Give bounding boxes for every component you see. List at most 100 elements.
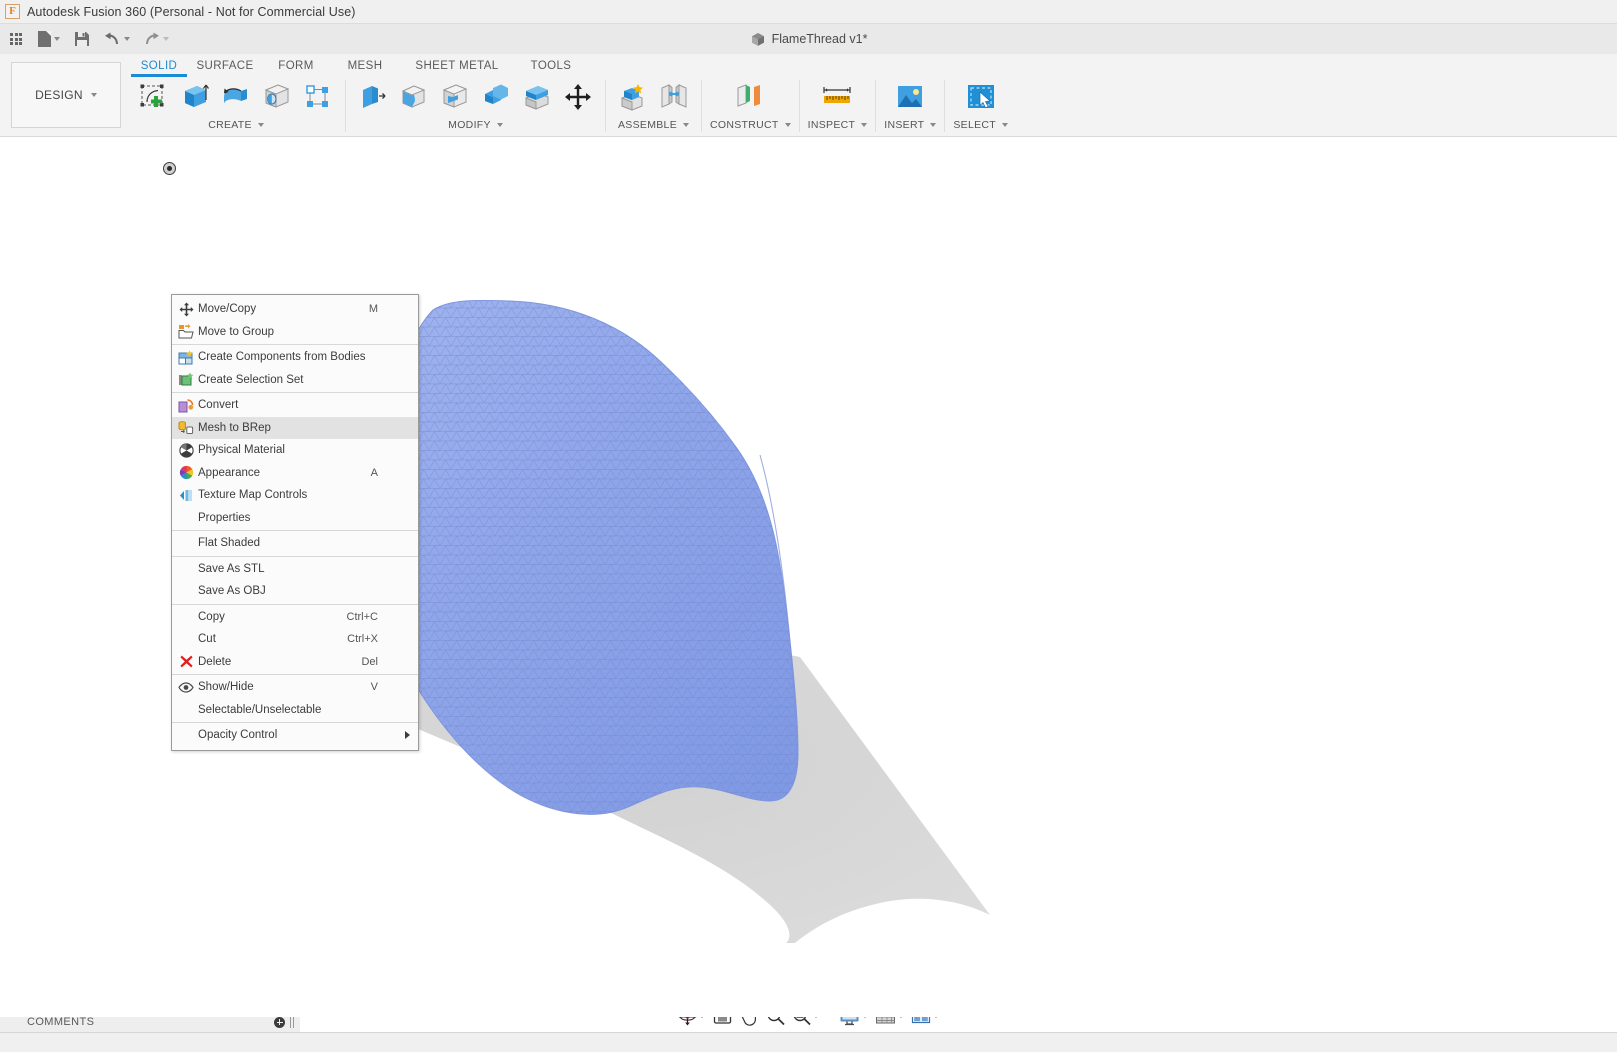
menu-item-show-hide[interactable]: Show/Hide V — [172, 676, 418, 699]
panel-inspect-label[interactable]: INSPECT — [808, 119, 868, 131]
panel-label-text: MODIFY — [448, 119, 491, 131]
menu-item-flat-shaded[interactable]: Flat Shaded — [172, 532, 418, 555]
panel-insert-label[interactable]: INSERT — [884, 119, 937, 131]
construct-plane-button[interactable] — [731, 77, 769, 117]
menu-item-label: Cut — [198, 633, 216, 646]
tab-solid[interactable]: SOLID — [131, 57, 187, 77]
extrude-button[interactable] — [176, 77, 214, 117]
panel-select-label[interactable]: SELECT — [953, 119, 1009, 131]
chevron-down-icon — [257, 123, 264, 127]
menu-item-properties[interactable]: Properties — [172, 507, 418, 530]
chevron-down-icon — [930, 123, 937, 127]
menu-item-label: Flat Shaded — [198, 537, 261, 550]
tab-sheet-metal[interactable]: SHEET METAL — [401, 57, 513, 77]
chevron-down-icon[interactable] — [163, 37, 169, 41]
app-grid-button[interactable] — [4, 26, 28, 52]
tab-label: SURFACE — [196, 60, 254, 72]
menu-item-save-as-stl[interactable]: Save As STL — [172, 558, 418, 581]
comments-label: COMMENTS — [27, 1016, 95, 1028]
context-menu-group: Create Components from Bodies Create Sel… — [172, 345, 418, 393]
redo-button[interactable] — [140, 26, 172, 52]
create-selection-set-icon — [176, 371, 196, 389]
press-pull-button[interactable] — [354, 77, 392, 117]
menu-item-opacity-control[interactable]: Opacity Control — [172, 724, 418, 747]
tab-surface[interactable]: SURFACE — [187, 57, 263, 77]
menu-item-selectable-unselectable[interactable]: Selectable/Unselectable — [172, 699, 418, 722]
menu-item-copy[interactable]: Copy Ctrl+C — [172, 606, 418, 629]
context-menu-group: Move/Copy M Move to Group — [172, 297, 418, 345]
revolve-button[interactable] — [217, 77, 255, 117]
tab-tools[interactable]: TOOLS — [513, 57, 589, 77]
menu-item-physical-material[interactable]: Physical Material — [172, 439, 418, 462]
cube-icon — [751, 32, 764, 46]
panel-create-label[interactable]: CREATE — [208, 119, 264, 131]
combine-button[interactable] — [477, 77, 515, 117]
new-component-button[interactable] — [614, 77, 652, 117]
undo-arrow-icon — [105, 32, 118, 44]
pattern-button[interactable] — [299, 77, 337, 117]
menu-item-save-as-obj[interactable]: Save As OBJ — [172, 580, 418, 603]
select-button[interactable] — [962, 77, 1000, 117]
menu-item-create-selection-set[interactable]: Create Selection Set — [172, 369, 418, 392]
menu-item-convert[interactable]: Convert — [172, 394, 418, 417]
panel-modify: MODIFY — [350, 76, 601, 136]
fillet-button[interactable] — [395, 77, 433, 117]
eye-icon — [176, 678, 196, 696]
menu-item-shortcut: Ctrl+X — [347, 633, 378, 646]
menu-item-appearance[interactable]: Appearance A — [172, 462, 418, 485]
panel-divider — [605, 80, 606, 132]
floppy-disk-icon — [75, 32, 89, 46]
menu-item-cut[interactable]: Cut Ctrl+X — [172, 628, 418, 651]
menu-item-label: Create Selection Set — [198, 373, 304, 386]
circle-plus-icon[interactable] — [274, 1016, 285, 1028]
context-menu[interactable]: Move/Copy M Move to Group Create Compone… — [171, 294, 419, 751]
menu-item-move-to-group[interactable]: Move to Group — [172, 321, 418, 344]
menu-item-move-copy[interactable]: Move/Copy M — [172, 298, 418, 321]
joint-button[interactable] — [655, 77, 693, 117]
tab-form[interactable]: FORM — [263, 57, 329, 77]
context-menu-group: Flat Shaded — [172, 531, 418, 557]
split-body-button[interactable] — [518, 77, 556, 117]
panel-grip[interactable] — [293, 1016, 294, 1028]
document-icon — [38, 31, 51, 47]
fusion360-window: F Autodesk Fusion 360 (Personal - Not fo… — [0, 0, 1617, 1052]
panel-assemble-label[interactable]: ASSEMBLE — [618, 119, 689, 131]
extrude-icon — [185, 84, 209, 107]
panel-construct-label[interactable]: CONSTRUCT — [710, 119, 791, 131]
create-sketch-button[interactable] — [135, 77, 173, 117]
blank-icon — [176, 534, 196, 552]
redo-arrow-icon — [146, 32, 159, 44]
chevron-down-icon — [683, 123, 689, 127]
move-arrows-icon — [176, 300, 196, 318]
menu-item-texture-map-controls[interactable]: Texture Map Controls — [172, 484, 418, 507]
ribbon-panels: CREATE MODIFY ASSEMBLE CONSTRUCT INSPECT… — [131, 76, 1012, 136]
menu-item-delete[interactable]: Delete Del — [172, 651, 418, 674]
panel-grip[interactable] — [290, 1016, 291, 1028]
menu-item-create-components-from-bodies[interactable]: Create Components from Bodies — [172, 346, 418, 369]
document-tab[interactable]: FlameThread v1* — [750, 32, 867, 47]
fusion-logo-icon: F — [5, 4, 20, 19]
blank-icon — [176, 608, 196, 626]
tab-mesh[interactable]: MESH — [329, 57, 401, 77]
workspace-selector[interactable]: DESIGN — [11, 62, 121, 128]
menu-item-shortcut: V — [370, 681, 378, 694]
new-document-button[interactable] — [35, 26, 63, 52]
chevron-down-icon[interactable] — [124, 37, 130, 41]
hole-button[interactable] — [258, 77, 296, 117]
menu-item-label: Physical Material — [198, 444, 285, 457]
hole-icon — [264, 84, 290, 108]
move-to-group-icon — [176, 323, 196, 341]
insert-image-button[interactable] — [891, 77, 929, 117]
menu-item-mesh-to-brep[interactable]: Mesh to BRep — [172, 416, 418, 439]
shell-button[interactable] — [436, 77, 474, 117]
undo-button[interactable] — [101, 26, 133, 52]
select-arrow-icon — [967, 85, 994, 109]
tab-label: TOOLS — [530, 60, 572, 72]
activate-component-radio[interactable] — [162, 162, 176, 175]
chevron-down-icon[interactable] — [54, 37, 60, 41]
measure-button[interactable] — [818, 77, 856, 117]
panel-modify-label[interactable]: MODIFY — [448, 119, 503, 131]
move-copy-button[interactable] — [559, 77, 597, 117]
save-button[interactable] — [70, 26, 94, 52]
panel-divider — [944, 80, 946, 132]
